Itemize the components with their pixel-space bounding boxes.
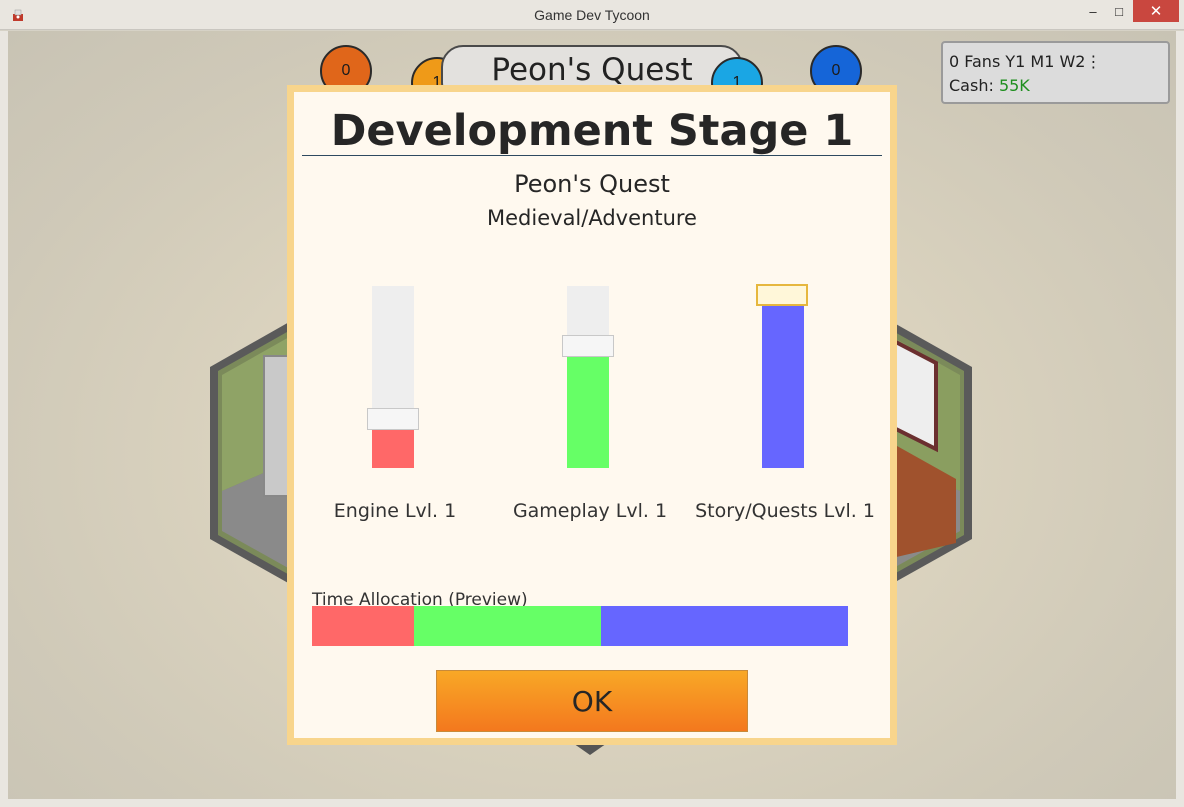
minimize-button[interactable]: – <box>1080 0 1106 22</box>
cash-value: 55K <box>998 76 1030 95</box>
allocation-gameplay-segment <box>413 606 602 646</box>
gameplay-slider[interactable] <box>567 286 609 468</box>
dialog-game-name: Peon's Quest <box>514 170 670 198</box>
cash-label: Cash: <box>949 76 994 95</box>
gameplay-slider-handle[interactable] <box>562 334 614 357</box>
allocation-story-quests-segment <box>601 606 848 646</box>
title-bar: Game Dev Tycoon – □ ✕ <box>0 0 1184 30</box>
title-divider <box>302 155 882 156</box>
engine-slider-handle[interactable] <box>367 407 419 430</box>
development-stage-dialog: Development Stage 1 Peon's Quest Medieva… <box>287 85 897 745</box>
engine-slider-fill <box>372 429 414 468</box>
story-quests-slider-handle[interactable] <box>756 284 808 307</box>
ok-button[interactable]: OK <box>436 670 748 732</box>
hud-bubble-value: 0 <box>341 62 351 79</box>
dialog-title: Development Stage 1 <box>330 106 854 156</box>
dialog-genre: Medieval/Adventure <box>487 206 697 230</box>
story-quests-slider-fill <box>762 306 804 468</box>
window-frame-left <box>0 31 8 799</box>
engine-slider-label: Engine Lvl. 1 <box>333 500 457 522</box>
stats-line: 0 Fans Y1 M1 W2⋮ <box>949 50 1162 74</box>
maximize-button[interactable]: □ <box>1106 0 1132 22</box>
story-quests-slider-label: Story/Quests Lvl. 1 <box>695 500 875 522</box>
cash-line: Cash: 55K <box>949 74 1162 98</box>
story-quests-slider[interactable] <box>762 286 804 468</box>
close-button[interactable]: ✕ <box>1133 0 1179 22</box>
window-frame-right <box>1176 31 1184 799</box>
window-frame-bottom <box>0 799 1184 807</box>
gameplay-slider-label: Gameplay Lvl. 1 <box>512 500 668 522</box>
allocation-engine-segment <box>312 606 414 646</box>
stats-panel[interactable]: 0 Fans Y1 M1 W2⋮ Cash: 55K <box>941 41 1170 104</box>
hud-bubble-value: 0 <box>831 62 841 79</box>
fans-date-text: 0 Fans Y1 M1 W2 <box>949 52 1086 71</box>
engine-slider[interactable] <box>372 286 414 468</box>
gameplay-slider-fill <box>567 356 609 468</box>
window-title: Game Dev Tycoon <box>534 7 650 23</box>
time-allocation-bar <box>312 606 848 646</box>
menu-icon[interactable]: ⋮ <box>1085 52 1101 71</box>
